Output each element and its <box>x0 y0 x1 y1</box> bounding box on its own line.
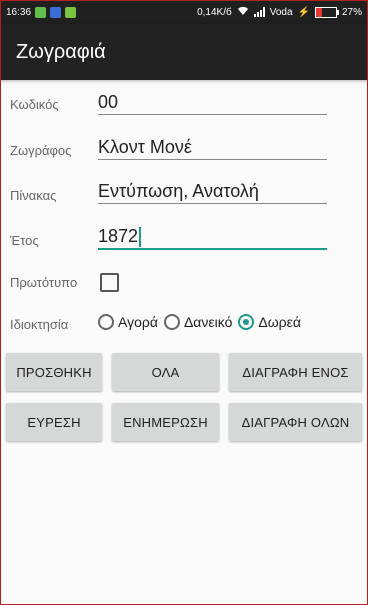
code-field[interactable]: 00 <box>98 92 327 115</box>
delete-one-button[interactable]: ΔΙΑΓΡΑΦΗ ΕΝΟΣ <box>229 353 362 391</box>
painter-label: Ζωγράφος <box>10 143 72 158</box>
radio-purchase-label: Αγορά <box>118 314 158 330</box>
notification-icon <box>35 6 47 18</box>
year-field[interactable]: 1872 <box>98 226 327 250</box>
notification-icon <box>65 6 77 18</box>
year-value: 1872 <box>98 226 139 246</box>
signal-icon <box>253 7 265 17</box>
code-label: Κωδικός <box>10 97 59 112</box>
network-speed: 0,14K/б <box>197 6 232 18</box>
update-button[interactable]: ΕΝΗΜΕΡΩΣΗ <box>112 403 219 441</box>
year-label: Έτος <box>10 233 39 248</box>
battery-icon <box>314 6 339 18</box>
charging-icon: ⚡ <box>297 6 310 18</box>
original-checkbox[interactable] <box>100 273 119 292</box>
radio-loan-label: Δανεικό <box>183 314 233 330</box>
radio-donation[interactable]: Δωρεά <box>238 314 301 330</box>
painting-label: Πίνακας <box>10 188 57 203</box>
carrier-name: Voda <box>269 6 293 18</box>
notification-icon <box>50 6 62 18</box>
radio-loan[interactable]: Δανεικό <box>163 314 233 330</box>
radio-purchase[interactable]: Αγορά <box>98 314 158 330</box>
painting-value: Εντύπωση, Ανατολή <box>98 181 259 201</box>
text-cursor <box>139 227 142 248</box>
status-time: 16:36 <box>6 6 32 18</box>
radio-circle <box>163 314 180 330</box>
app-bar: Ζωγραφιά <box>0 24 368 80</box>
window-frame <box>0 0 368 605</box>
painter-field[interactable]: Κλοντ Μονέ <box>98 137 327 160</box>
battery-percent: 27% <box>341 6 362 18</box>
delete-all-button[interactable]: ΔΙΑΓΡΑΦΗ ΟΛΩΝ <box>229 403 362 441</box>
status-bar: 16:36 0,14K/б Voda ⚡ 27% <box>0 0 368 24</box>
radio-circle-checked <box>238 314 255 330</box>
ownership-radio-group: Αγορά Δανεικό Δωρεά <box>98 314 307 330</box>
painting-field[interactable]: Εντύπωση, Ανατολή <box>98 181 327 204</box>
all-button[interactable]: ΟΛΑ <box>112 353 219 391</box>
find-button[interactable]: ΕΥΡΕΣΗ <box>6 403 102 441</box>
ownership-label: Ιδιοκτησία <box>10 317 69 332</box>
painter-value: Κλοντ Μονέ <box>98 137 192 157</box>
wifi-icon <box>237 6 249 19</box>
radio-circle <box>98 314 114 330</box>
add-button[interactable]: ΠΡΟΣΘΗΚΗ <box>6 353 102 391</box>
radio-donation-label: Δωρεά <box>258 314 301 330</box>
app-title: Ζωγραφιά <box>16 41 106 63</box>
original-label: Πρωτότυπο <box>10 275 78 290</box>
code-value: 00 <box>98 92 119 112</box>
